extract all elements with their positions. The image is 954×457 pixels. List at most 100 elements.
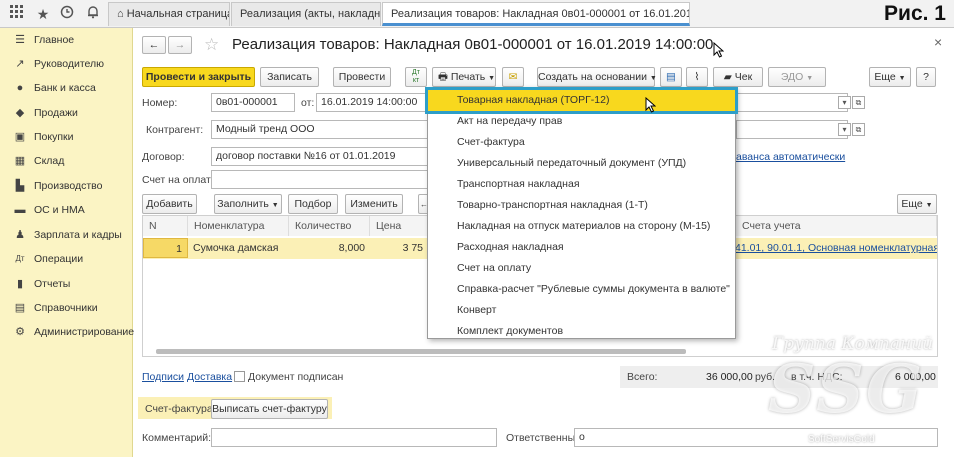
print-menu-item-rights-transfer[interactable]: Акт на передачу прав [428, 111, 735, 132]
cell-item[interactable]: Сумочка дамская [188, 238, 289, 258]
column-header-quantity[interactable]: Количество [289, 216, 370, 236]
number-field[interactable]: 0в01-000001 [211, 93, 295, 112]
people-icon: ♟ [15, 229, 25, 241]
dropdown-arrow-icon[interactable]: ▾ [838, 96, 851, 109]
cell-price[interactable]: 3 75 [370, 238, 428, 258]
print-button-label: Печать [450, 71, 486, 83]
invoice-field[interactable] [211, 170, 428, 189]
print-menu-item-payment-invoice[interactable]: Счет на оплату [428, 258, 735, 279]
reports-icon: ▮ [16, 278, 24, 290]
save-button[interactable]: Записать [260, 67, 319, 87]
sidebar-item-bank[interactable]: ● Банк и касса [0, 76, 133, 100]
more-button[interactable]: Еще ▼ [869, 67, 911, 87]
edit-button[interactable]: Изменить [345, 194, 403, 214]
page-title: Реализация товаров: Накладная 0в01-00000… [232, 36, 714, 53]
issue-invoice-button[interactable]: Выписать счет-фактуру [211, 399, 328, 419]
catalog-icon: ▤ [14, 302, 26, 314]
open-link-icon[interactable]: ⧉ [852, 96, 865, 109]
add-row-button[interactable]: Добавить [142, 194, 197, 214]
tab-sales-list[interactable]: Реализация (акты, накладные)✕ [231, 2, 381, 26]
list-icon: ☰ [15, 34, 25, 46]
attachments-button[interactable]: ⌇ [686, 67, 708, 87]
print-menu-item-1t[interactable]: Товарно-транспортная накладная (1-Т) [428, 195, 735, 216]
sidebar-item-salary[interactable]: ♟ Зарплата и кадры [0, 223, 133, 247]
print-menu-item-upd[interactable]: Универсальный передаточный документ (УПД… [428, 153, 735, 174]
tab-home[interactable]: ⌂ Начальная страница [108, 2, 230, 26]
favorites-star-icon[interactable]: ★ [34, 5, 52, 23]
chevron-down-icon: ▼ [488, 75, 496, 82]
forward-button[interactable]: → [168, 36, 192, 54]
print-menu-item-ruble-sums[interactable]: Справка-расчет "Рублевые суммы документа… [428, 279, 735, 300]
organization-field[interactable] [736, 93, 848, 112]
sidebar-item-label: Покупки [34, 131, 74, 143]
responsible-field[interactable]: о [574, 428, 938, 447]
sidebar-item-label: Справочники [34, 302, 98, 314]
structure-button[interactable]: ▤ [660, 67, 682, 87]
print-menu-item-envelope[interactable]: Конверт [428, 300, 735, 321]
print-menu-item-transport-waybill[interactable]: Транспортная накладная [428, 174, 735, 195]
horizontal-scrollbar[interactable] [156, 349, 686, 354]
contract-field[interactable]: договор поставки №16 от 01.01.2019 [211, 147, 428, 166]
table-more-button[interactable]: Еще ▼ [897, 194, 937, 214]
sidebar-item-operations[interactable]: Дт Операции [0, 247, 133, 271]
sidebar-item-admin[interactable]: ⚙ Администрирование [0, 320, 134, 344]
help-button[interactable]: ? [916, 67, 936, 87]
print-menu-item-documents-set[interactable]: Комплект документов [428, 321, 735, 342]
favorite-star-icon[interactable]: ☆ [204, 35, 219, 55]
receipt-button[interactable]: ▰ Чек [713, 67, 763, 87]
contractor-field[interactable]: Модный тренд ООО [211, 120, 428, 139]
print-menu-item-invoice[interactable]: Счет-фактура [428, 132, 735, 153]
print-button[interactable]: 🖶 Печать ▼ [432, 67, 496, 87]
sidebar-item-purchases[interactable]: ▣ Покупки [0, 125, 133, 149]
create-based-on-button[interactable]: Создать на основании ▼ [537, 67, 657, 87]
column-header-n[interactable]: N [143, 216, 188, 236]
warehouse-field[interactable] [736, 120, 848, 139]
sidebar-item-production[interactable]: ▙ Производство [0, 174, 133, 198]
sidebar-item-manager[interactable]: ↗ Руководителю [0, 52, 133, 76]
dropdown-arrow-icon[interactable]: ▾ [838, 123, 851, 136]
sidebar-item-label: ОС и НМА [34, 204, 85, 216]
column-header-accounts[interactable]: Счета учета [736, 216, 937, 236]
comment-field[interactable] [211, 428, 497, 447]
cell-accounts[interactable]: 41.01, 90.01.1, Основная номенклатурная … [730, 238, 937, 258]
edo-button[interactable]: ЭДО ▼ [768, 67, 826, 87]
dt-kt-button[interactable]: Дт кт [405, 67, 427, 87]
fill-button[interactable]: Заполнить ▼ [214, 194, 282, 214]
close-form-icon[interactable]: × [934, 34, 942, 50]
printer-icon: 🖶 [438, 71, 448, 83]
sidebar-item-sales[interactable]: ◆ Продажи [0, 101, 133, 125]
print-menu-item-m15[interactable]: Накладная на отпуск материалов на сторон… [428, 216, 735, 237]
tab-sales-document[interactable]: Реализация товаров: Накладная 0в01-00000… [382, 2, 690, 26]
print-menu-item-expense-waybill[interactable]: Расходная накладная [428, 237, 735, 258]
sidebar-item-label: Операции [34, 253, 84, 265]
post-and-close-button[interactable]: Провести и закрыть [142, 67, 255, 87]
sidebar-item-catalogs[interactable]: ▤ Справочники [0, 296, 133, 320]
cell-n[interactable]: 1 [143, 238, 188, 258]
document-signed-checkbox[interactable] [234, 371, 245, 382]
advance-settlement-link[interactable]: аванса автоматически [736, 151, 845, 163]
sidebar-item-warehouse[interactable]: ▦ Склад [0, 149, 133, 173]
bank-icon: ● [16, 82, 24, 94]
tab-label: Реализация товаров: Накладная 0в01-00000… [391, 8, 689, 20]
notifications-bell-icon[interactable] [84, 5, 102, 23]
print-menu-item-torg12[interactable]: Товарная накладная (ТОРГ-12) [425, 87, 738, 114]
email-button[interactable]: ✉ [502, 67, 524, 87]
sidebar-item-assets[interactable]: ▬ ОС и НМА [0, 198, 133, 222]
sidebar-item-reports[interactable]: ▮ Отчеты [0, 272, 133, 296]
sidebar-item-main[interactable]: ☰ Главное [0, 28, 133, 52]
back-button[interactable]: ← [142, 36, 166, 54]
chevron-down-icon: ▼ [649, 75, 657, 82]
selection-button[interactable]: Подбор [288, 194, 338, 214]
post-button[interactable]: Провести [333, 67, 391, 87]
top-bar: ★ ⌂ Начальная страница Реализация (акты,… [0, 0, 954, 28]
delivery-link[interactable]: Доставка [187, 371, 232, 383]
signatures-link[interactable]: Подписи [142, 371, 184, 383]
open-link-icon[interactable]: ⧉ [852, 123, 865, 136]
mouse-cursor-icon [713, 41, 725, 61]
column-header-price[interactable]: Цена [370, 216, 428, 236]
cell-quantity[interactable]: 8,000 [289, 238, 370, 258]
date-field[interactable]: 16.01.2019 14:00:00 [316, 93, 428, 112]
history-icon[interactable] [58, 5, 76, 23]
apps-grid-icon[interactable] [8, 5, 26, 23]
column-header-item[interactable]: Номенклатура [188, 216, 289, 236]
